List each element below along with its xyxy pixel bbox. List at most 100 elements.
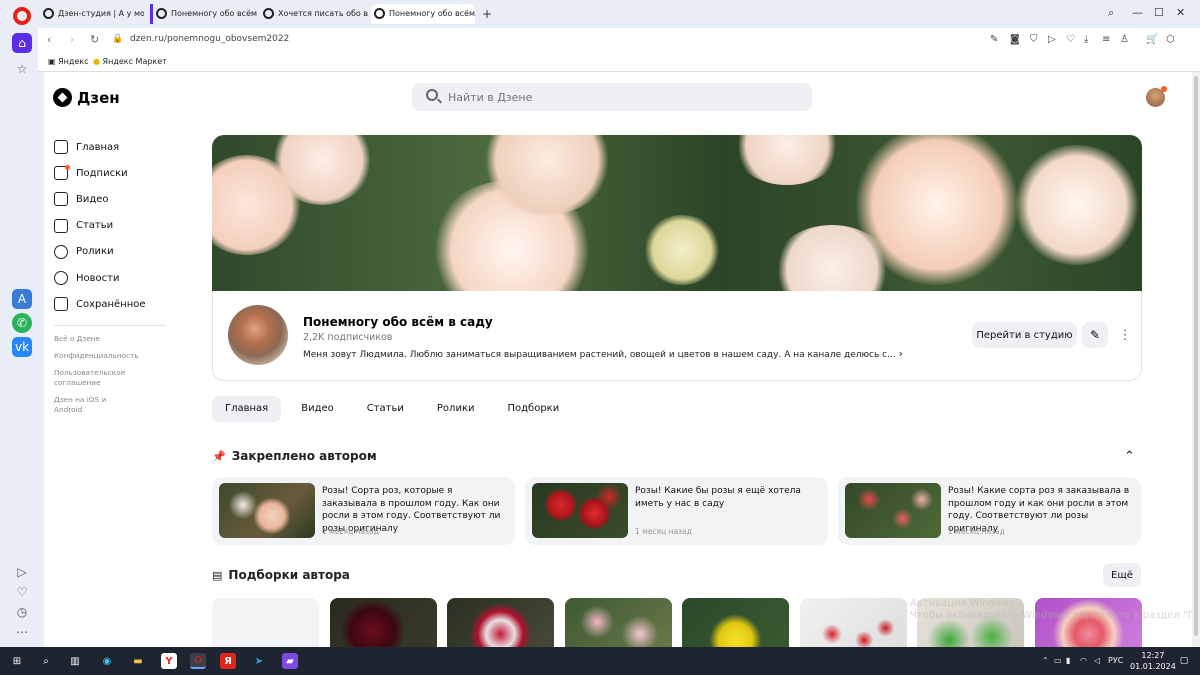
tab-collections[interactable]: Подборки (494, 396, 572, 422)
search-input[interactable] (448, 87, 788, 107)
camera-icon[interactable]: ◙ (1010, 34, 1020, 45)
file-explorer-icon[interactable]: ▬ (130, 653, 146, 669)
collection-card[interactable] (212, 598, 319, 647)
forward-icon[interactable]: › (70, 33, 74, 46)
footer-link-terms[interactable]: Пользовательское соглашение (54, 368, 134, 388)
footer-link-about[interactable]: Всё о Дзене (54, 334, 134, 344)
sidebar-item-shorts[interactable]: Ролики (54, 239, 204, 265)
url-field[interactable]: dzen.ru/ponemnogu_obovsem2022 (130, 34, 289, 44)
maximize-icon[interactable]: ☐ (1154, 6, 1164, 19)
history-icon[interactable]: ◷ (12, 602, 32, 622)
footer-link-apps[interactable]: Дзен на iOS и Android (54, 395, 134, 415)
pinned-card[interactable]: Розы! Какие бы розы я ещё хотела иметь у… (525, 477, 828, 545)
heart-icon[interactable]: ♡ (12, 582, 32, 602)
channel-name[interactable]: Понемногу обо всём в саду (303, 315, 493, 329)
footer-link-privacy[interactable]: Конфиденциальность (54, 351, 139, 361)
pinned-card[interactable]: Розы! Какие сорта роз я заказывала в про… (838, 477, 1141, 545)
notification-dot (65, 165, 70, 171)
download-icon[interactable]: ⤓ (1084, 34, 1088, 45)
tab-shorts[interactable]: Ролики (424, 396, 488, 422)
language-indicator[interactable]: РУС (1108, 656, 1123, 665)
page-scrollbar[interactable] (1192, 72, 1200, 647)
more-collections-button[interactable]: Ещё (1103, 563, 1141, 587)
profile-icon[interactable]: ♙ (1120, 34, 1129, 45)
more-vertical-icon[interactable]: ⋮ (1115, 322, 1135, 348)
articles-icon (54, 218, 68, 233)
tab-articles[interactable]: Статьи (354, 396, 417, 422)
extensions-icon[interactable]: ⬡ (1166, 34, 1175, 45)
player-icon[interactable]: ▷ (12, 562, 32, 582)
tab-4-active[interactable]: Понемногу обо всём в с (371, 4, 475, 24)
collection-card[interactable] (565, 598, 672, 647)
sidebar-item-news[interactable]: Новости (54, 265, 204, 291)
collection-card[interactable] (800, 598, 907, 647)
go-to-studio-button[interactable]: Перейти в студию (972, 322, 1077, 348)
telegram-icon[interactable]: ➤ (251, 653, 267, 669)
sidebar-item-saved[interactable]: Сохранённое (54, 291, 204, 317)
play-icon[interactable]: ▷ (1048, 34, 1056, 45)
vk-icon[interactable]: vk (12, 337, 32, 357)
search-tabs-icon[interactable]: ⌕ (1108, 6, 1114, 20)
channel-description[interactable]: Меня зовут Людмила. Люблю заниматься выр… (303, 347, 903, 360)
collection-card[interactable] (330, 598, 437, 647)
heart-icon[interactable]: ♡ (1066, 34, 1075, 45)
tab-video[interactable]: Видео (288, 396, 347, 422)
back-icon[interactable]: ‹ (47, 33, 51, 46)
search-icon[interactable]: ⌕ (38, 653, 54, 669)
network-icon[interactable]: ▭ (1054, 656, 1062, 665)
menu-icon[interactable]: ≡ (1102, 34, 1110, 45)
channel-avatar[interactable] (228, 305, 288, 365)
task-view-icon[interactable]: ▥ (67, 653, 83, 669)
pinned-card[interactable]: Розы! Сорта роз, которые я заказывала в … (212, 477, 515, 545)
user-avatar[interactable] (1146, 86, 1167, 107)
minimize-icon[interactable]: — (1132, 6, 1143, 19)
close-icon[interactable]: ✕ (1176, 6, 1185, 19)
windows-taskbar: ⊞ ⌕ ▥ ◉ ▬ Y O Я ➤ ▰ ⌃ ▭ ▮ ◠ ◁ РУС 12:27 … (0, 647, 1200, 675)
new-tab-icon[interactable]: + (482, 7, 492, 21)
edit-icon[interactable]: ✎ (990, 34, 998, 45)
tab-3[interactable]: Хочется писать обо всё (260, 4, 368, 24)
scrollbar-thumb[interactable] (1194, 76, 1198, 636)
collection-card[interactable] (682, 598, 789, 647)
windows-start-icon[interactable]: ⊞ (9, 653, 25, 669)
dzen-logo[interactable]: Дзен (53, 88, 120, 107)
bookmark-yandex[interactable]: ▣ Яндекс (48, 57, 89, 66)
opera-taskbar-icon[interactable]: O (190, 653, 206, 669)
sidebar-divider (54, 325, 166, 327)
cart-icon[interactable]: 🛒 (1146, 34, 1158, 45)
shield-icon[interactable]: ⛉ (1030, 34, 1038, 45)
tray-chevron-icon[interactable]: ⌃ (1042, 656, 1049, 665)
tab-main[interactable]: Главная (212, 396, 282, 422)
whatsapp-icon[interactable]: ✆ (12, 313, 32, 333)
bookmarks-bar: ▣ Яндекс ● Яндекс Маркет (38, 52, 1200, 72)
edit-pencil-icon[interactable]: ✎ (1082, 322, 1108, 348)
clock[interactable]: 12:27 01.01.2024 (1130, 650, 1176, 672)
yandex-browser-icon[interactable]: Y (161, 653, 177, 669)
screen: ⌂ ☆ A ✆ vk ▷ ♡ ◷ ⋯ Дзен-студия | А у мое… (0, 0, 1200, 675)
sidebar-item-video[interactable]: Видео (54, 186, 204, 212)
sidebar-item-home[interactable]: Главная (54, 134, 204, 160)
more-icon[interactable]: ⋯ (12, 622, 32, 642)
wifi-icon[interactable]: ◠ (1080, 656, 1087, 665)
app-icon[interactable]: ▰ (282, 653, 298, 669)
chevron-up-icon[interactable]: ⌃ (1124, 449, 1135, 464)
aria-icon[interactable]: A (12, 289, 32, 309)
pinned-thumbnail (845, 483, 941, 538)
tab-1[interactable]: Дзен-студия | А у моего (40, 4, 144, 24)
sidebar-item-articles[interactable]: Статьи (54, 213, 204, 239)
sidebar-item-subscriptions[interactable]: Подписки (54, 160, 204, 186)
bookmark-yandex-market[interactable]: ● Яндекс Маркет (93, 57, 167, 66)
collection-card[interactable] (447, 598, 554, 647)
volume-icon[interactable]: ◁ (1094, 656, 1100, 665)
home-icon[interactable]: ⌂ (12, 33, 32, 53)
reload-icon[interactable]: ↻ (90, 33, 99, 46)
address-bar: ‹ › ↻ 🔒 dzen.ru/ponemnogu_obovsem2022 ✎ … (38, 28, 1200, 52)
star-icon[interactable]: ☆ (12, 59, 32, 79)
battery-icon[interactable]: ▮ (1066, 656, 1070, 665)
edge-icon[interactable]: ◉ (99, 653, 115, 669)
search-box[interactable] (412, 83, 812, 111)
notifications-icon[interactable]: ▢ (1177, 654, 1191, 668)
tab-2[interactable]: Понемногу обо всём в с (150, 4, 258, 24)
yandex-icon[interactable]: Я (220, 653, 236, 669)
opera-logo-icon[interactable] (13, 7, 31, 25)
